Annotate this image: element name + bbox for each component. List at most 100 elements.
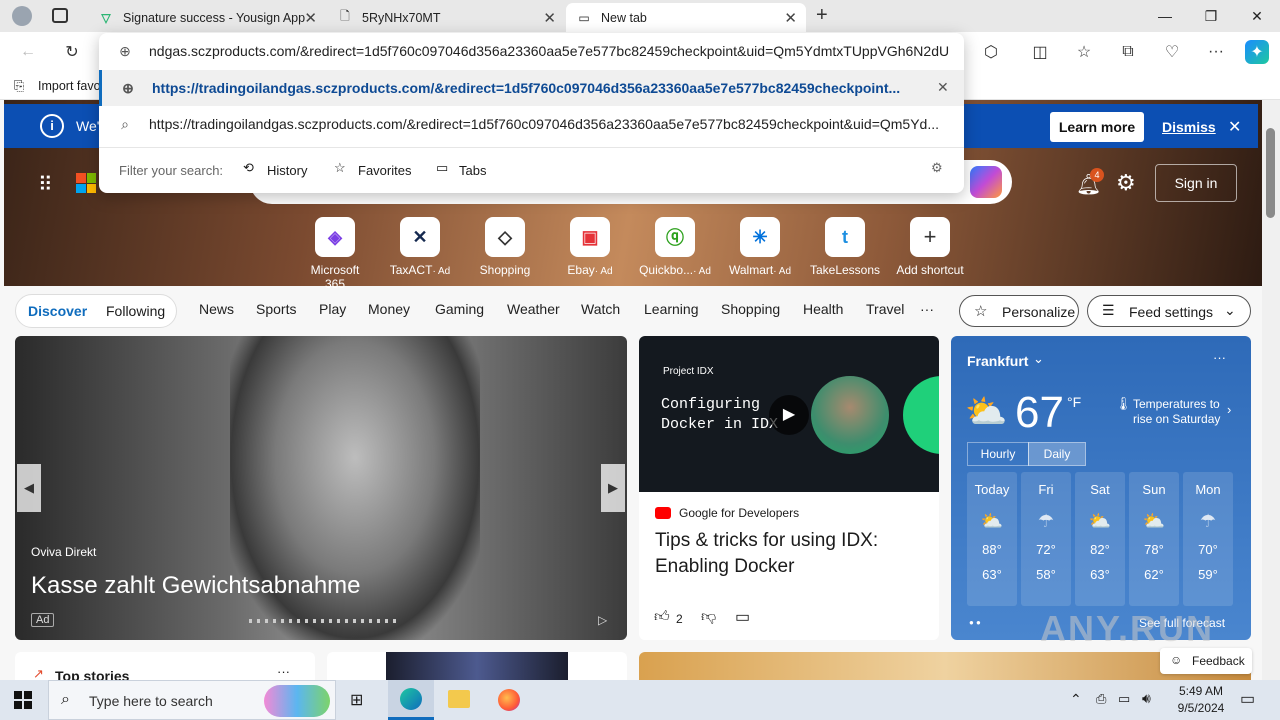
- scrollbar-thumb[interactable]: [1266, 128, 1275, 218]
- tray-chevron-up-icon[interactable]: ⌃: [1070, 691, 1082, 708]
- windows-start-icon[interactable]: [14, 691, 32, 709]
- tab-5rynhx[interactable]: 🗋 5RyNHx70MT ✕: [327, 3, 565, 32]
- feedback-button[interactable]: ☺ Feedback: [1160, 648, 1252, 674]
- nav-news[interactable]: News: [199, 301, 234, 317]
- feed-settings-button[interactable]: ☰ Feed settings ⌄: [1087, 295, 1251, 327]
- settings-gear-icon[interactable]: ⚙: [931, 160, 943, 176]
- nav-learning[interactable]: Learning: [644, 301, 699, 317]
- nav-weather[interactable]: Weather: [507, 301, 560, 317]
- chevron-down-icon[interactable]: ⌄: [1033, 351, 1044, 367]
- chevron-right-icon[interactable]: ›: [1227, 402, 1231, 417]
- back-icon[interactable]: ←: [16, 40, 40, 64]
- shortcut-walmart[interactable]: ✳ Walmart· Ad: [724, 217, 796, 277]
- video-title[interactable]: Tips & tricks for using IDX: Enabling Do…: [655, 528, 925, 580]
- shortcut-taxact[interactable]: ✕ TaxACT· Ad: [384, 217, 456, 277]
- firefox-icon[interactable]: [498, 689, 520, 711]
- tab-yousign[interactable]: ▽ Signature success - Yousign App ✕: [88, 3, 326, 32]
- filter-history[interactable]: History: [267, 163, 307, 178]
- forecast-day[interactable]: Fri ☂ 72° 58°: [1021, 472, 1071, 606]
- page-scrollbar[interactable]: [1262, 100, 1280, 680]
- profile-icon[interactable]: [12, 6, 32, 26]
- personalize-button[interactable]: ☆ Personalize: [959, 295, 1079, 327]
- nav-play[interactable]: Play: [319, 301, 346, 317]
- tab-actions-icon[interactable]: [52, 8, 68, 23]
- tab-following[interactable]: Following: [106, 303, 165, 319]
- copilot-icon[interactable]: ✦: [1245, 40, 1269, 64]
- dislike-icon[interactable]: 👎︎: [701, 608, 716, 626]
- address-input[interactable]: ⊕ ndgas.sczproducts.com/&redirect=1d5f76…: [99, 33, 964, 69]
- volume-icon[interactable]: 🔊︎: [1142, 690, 1151, 707]
- close-icon[interactable]: ✕: [304, 9, 317, 27]
- banner-close-icon[interactable]: ✕: [1228, 117, 1241, 137]
- favorites-star-icon[interactable]: ☆: [1072, 40, 1096, 64]
- comment-icon[interactable]: ▭: [735, 607, 750, 627]
- tab-new-tab[interactable]: ▭ New tab ✕: [566, 3, 806, 32]
- carousel-next-button[interactable]: ▶: [601, 464, 625, 512]
- tab-discover[interactable]: Discover: [28, 303, 87, 319]
- suggestion-selected[interactable]: ⊕ https://tradingoilandgas.sczproducts.c…: [99, 70, 964, 106]
- close-icon[interactable]: ✕: [543, 9, 556, 27]
- settings-more-icon[interactable]: ···: [1204, 40, 1228, 64]
- import-favorites-link[interactable]: Import favo: [38, 79, 101, 93]
- forecast-day[interactable]: Mon ☂ 70° 59°: [1183, 472, 1233, 606]
- forecast-day[interactable]: Today ⛅ 88° 63°: [967, 472, 1017, 606]
- notification-center-icon[interactable]: ▭: [1240, 689, 1255, 709]
- tray-device-icon[interactable]: ⎙: [1096, 691, 1106, 707]
- apps-launcher-icon[interactable]: ⠿: [38, 172, 53, 197]
- suggestion-search[interactable]: ⌕ https://tradingoilandgas.sczproducts.c…: [99, 106, 964, 142]
- story-card-image[interactable]: [327, 652, 627, 680]
- collections-icon[interactable]: ⧉: [1116, 40, 1140, 64]
- tab-daily[interactable]: Daily: [1028, 442, 1086, 466]
- dismiss-link[interactable]: Dismiss: [1162, 119, 1216, 135]
- taskbar-search-box[interactable]: ⌕ Type here to search: [48, 680, 336, 720]
- weather-more-icon[interactable]: ···: [1213, 350, 1226, 365]
- shortcut-quickbooks[interactable]: ⓠ Quickbo...· Ad: [639, 217, 711, 277]
- filter-favorites[interactable]: Favorites: [358, 163, 411, 178]
- refresh-icon[interactable]: ↻: [60, 40, 84, 64]
- remove-suggestion-icon[interactable]: ✕: [937, 79, 949, 96]
- forecast-day[interactable]: Sat ⛅ 82° 63°: [1075, 472, 1125, 606]
- shortcut-takelessons[interactable]: t TakeLessons: [809, 217, 881, 277]
- like-icon[interactable]: 👍︎: [654, 608, 670, 626]
- learn-more-button[interactable]: Learn more: [1050, 112, 1144, 142]
- ad-card-oviva[interactable]: ◀ ▶ Oviva Direkt Kasse zahlt Gewichtsabn…: [15, 336, 627, 640]
- restore-icon[interactable]: ❐: [1188, 0, 1234, 32]
- microsoft-logo[interactable]: [76, 173, 96, 193]
- nav-watch[interactable]: Watch: [581, 301, 620, 317]
- nav-money[interactable]: Money: [368, 301, 410, 317]
- carousel-prev-button[interactable]: ◀: [17, 464, 41, 512]
- play-button-icon[interactable]: ▶: [769, 395, 809, 435]
- tab-hourly[interactable]: Hourly: [967, 442, 1029, 466]
- window-close-icon[interactable]: ✕: [1234, 0, 1280, 32]
- clock-date[interactable]: 9/5/2024: [1168, 701, 1234, 715]
- shortcut-ebay[interactable]: ▣ Ebay· Ad: [554, 217, 626, 277]
- nav-more-icon[interactable]: ···: [920, 301, 934, 317]
- browser-essentials-icon[interactable]: ♡: [1160, 40, 1184, 64]
- minimize-icon[interactable]: —: [1142, 0, 1188, 32]
- nav-health[interactable]: Health: [803, 301, 843, 317]
- close-icon[interactable]: ✕: [784, 9, 797, 27]
- task-view-icon[interactable]: ⊞: [350, 690, 363, 710]
- video-card-idx[interactable]: Project IDX Configuring Docker in IDX ▶ …: [639, 336, 939, 640]
- shortcut-add[interactable]: + Add shortcut: [894, 217, 966, 277]
- weather-city[interactable]: Frankfurt: [967, 353, 1028, 369]
- forecast-day[interactable]: Sun ⛅ 78° 62°: [1129, 472, 1179, 606]
- nav-travel[interactable]: Travel: [866, 301, 904, 317]
- ad-headline[interactable]: Kasse zahlt Gewichtsabnahme: [31, 572, 361, 600]
- split-screen-icon[interactable]: ◫: [1028, 40, 1052, 64]
- file-explorer-icon[interactable]: [448, 690, 470, 708]
- weather-card[interactable]: Frankfurt ⌄ ··· ⛅ 67 °F 🌡︎ Temperatures …: [951, 336, 1251, 640]
- edge-taskbar-icon[interactable]: [388, 680, 434, 720]
- carousel-dots[interactable]: [249, 619, 399, 623]
- filter-tabs[interactable]: Tabs: [459, 163, 486, 178]
- network-icon[interactable]: ▭: [1118, 691, 1130, 707]
- sign-in-button[interactable]: Sign in: [1155, 164, 1237, 202]
- new-tab-button[interactable]: +: [816, 4, 828, 27]
- extensions-icon[interactable]: ⬡: [979, 40, 1003, 64]
- adchoices-icon[interactable]: ▷: [598, 613, 607, 627]
- weather-note[interactable]: Temperatures to rise on Saturday: [1133, 397, 1223, 427]
- nav-sports[interactable]: Sports: [256, 301, 296, 317]
- shortcut-microsoft365[interactable]: ◈ Microsoft 365: [299, 217, 371, 291]
- clock-time[interactable]: 5:49 AM: [1172, 684, 1230, 698]
- page-settings-gear-icon[interactable]: ⚙: [1116, 170, 1136, 196]
